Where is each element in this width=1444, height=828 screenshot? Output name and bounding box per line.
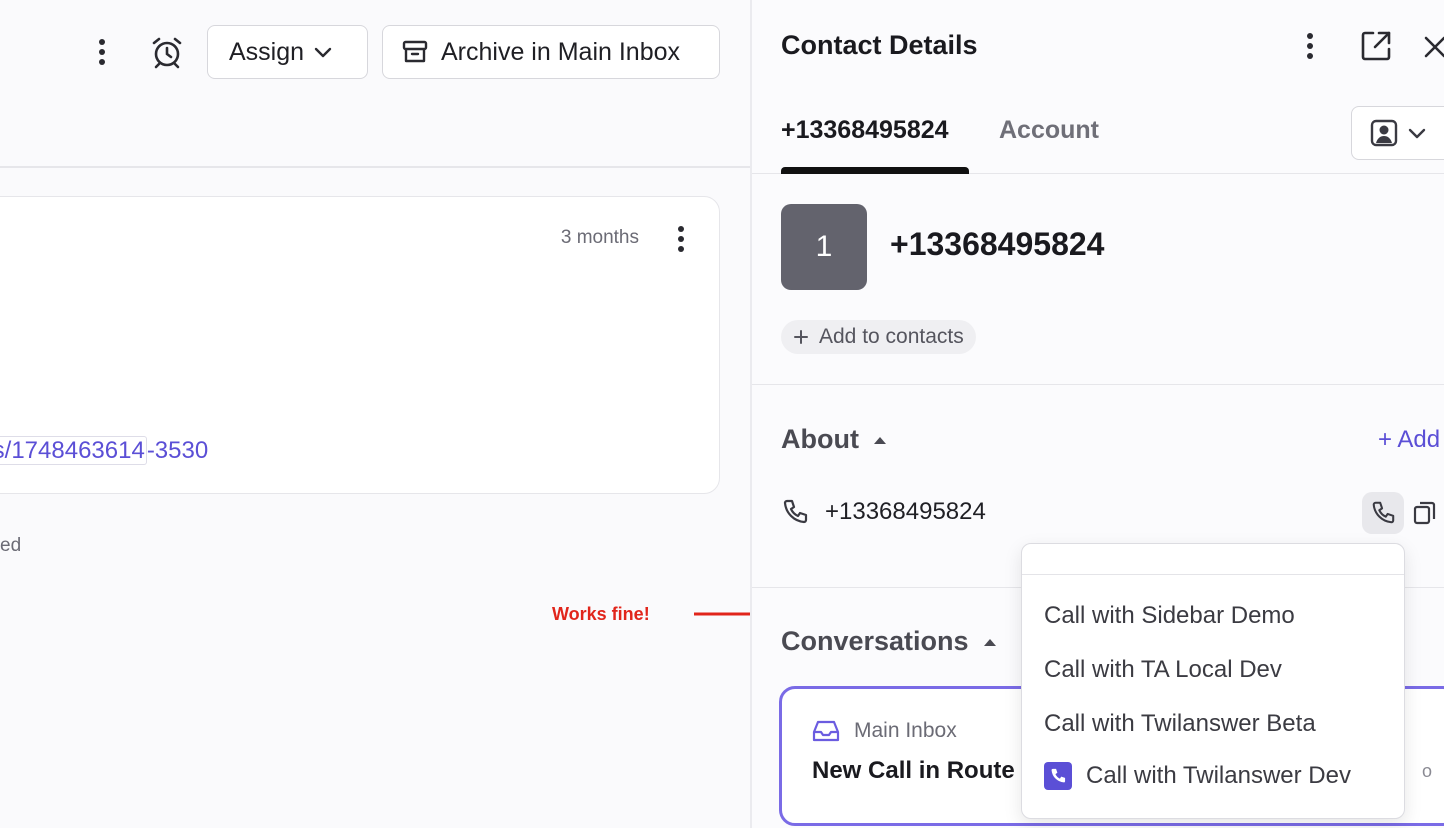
menu-item-call-ta-local-dev[interactable]: Call with TA Local Dev [1044,656,1282,684]
message-link[interactable]: ils/1748463614-3530 [0,436,209,465]
panel-title: Contact Details [781,30,978,60]
contact-name: +13368495824 [890,226,1105,262]
snooze-button[interactable] [147,30,187,74]
menu-item-label: Call with Twilanswer Dev [1086,762,1351,789]
call-options-menu: Call with Sidebar Demo Call with TA Loca… [1021,543,1405,819]
avatar: 1 [781,204,867,290]
menu-item-call-twilanswer-beta[interactable]: Call with Twilanswer Beta [1044,710,1316,738]
copy-button[interactable] [1410,496,1440,530]
external-link-icon [1361,31,1391,61]
chevron-down-icon [1408,128,1426,139]
copy-icon [1413,501,1436,525]
menu-item-call-sidebar-demo[interactable]: Call with Sidebar Demo [1044,602,1295,630]
open-external-button[interactable] [1356,26,1396,66]
assign-button[interactable]: Assign [207,25,368,79]
message-more-button[interactable] [669,223,693,255]
conversations-title: Conversations [781,626,969,656]
conversations-section-toggle[interactable]: Conversations [781,626,997,657]
menu-divider [1022,574,1404,575]
more-options-button[interactable] [86,32,118,72]
alarm-clock-icon [152,37,182,69]
conversation-toolbar: Assign Archive in Main Inbox [0,0,750,168]
panel-more-button[interactable] [1298,28,1322,64]
menu-item-call-twilanswer-dev[interactable]: Call with Twilanswer Dev [1044,762,1351,790]
phone-number-value: +13368495824 [825,498,986,525]
message-timestamp: 3 months [560,227,639,248]
more-vertical-icon [678,226,684,252]
active-tab-indicator [781,167,969,174]
about-section-toggle[interactable]: About [781,424,887,455]
phone-app-icon [1044,762,1072,790]
more-vertical-icon [99,39,105,65]
conversation-title: New Call in Route [812,757,1015,784]
conversation-side-text: o [1422,761,1433,781]
caret-up-icon [983,638,996,646]
conversation-pane: Assign Archive in Main Inbox 3 months il… [0,0,1042,828]
conversation-inbox-name: Main Inbox [854,719,957,742]
add-to-contacts-button[interactable]: Add to contacts [781,320,976,354]
close-button[interactable] [1420,30,1444,64]
add-to-contacts-label: Add to contacts [819,325,964,348]
conversation-inbox: Main Inbox [812,719,957,743]
close-icon [1424,36,1444,58]
message-card: 3 months ils/1748463614-3530 [0,196,720,494]
phone-icon [783,499,808,524]
inbox-icon [812,720,840,742]
contact-tabs: +13368495824 Account [752,96,1444,174]
message-status-text: ed [0,535,22,556]
message-link-highlight: ils/1748463614 [0,436,147,465]
menu-item-label: Call with TA Local Dev [1044,656,1282,683]
menu-item-label: Call with Twilanswer Beta [1044,710,1316,737]
menu-item-label: Call with Sidebar Demo [1044,602,1295,629]
contact-type-dropdown[interactable] [1351,106,1444,160]
phone-icon [1372,501,1395,524]
more-vertical-icon [1307,33,1313,59]
about-add-button[interactable]: + Add [1378,426,1440,454]
message-link-rest: -3530 [146,437,209,464]
section-divider [752,384,1444,385]
call-button[interactable] [1362,492,1404,534]
plus-icon [794,330,808,344]
caret-up-icon [873,436,886,444]
about-title: About [781,424,859,454]
archive-button[interactable]: Archive in Main Inbox [382,25,720,79]
archive-label: Archive in Main Inbox [441,37,681,66]
assign-label: Assign [229,37,305,66]
chevron-down-icon [314,47,332,58]
archive-box-icon [402,40,428,63]
tab-account[interactable]: Account [999,116,1099,145]
tab-phone-number[interactable]: +13368495824 [781,116,949,145]
contact-card-icon [1370,119,1398,147]
annotation-label: Works fine! [552,604,650,624]
